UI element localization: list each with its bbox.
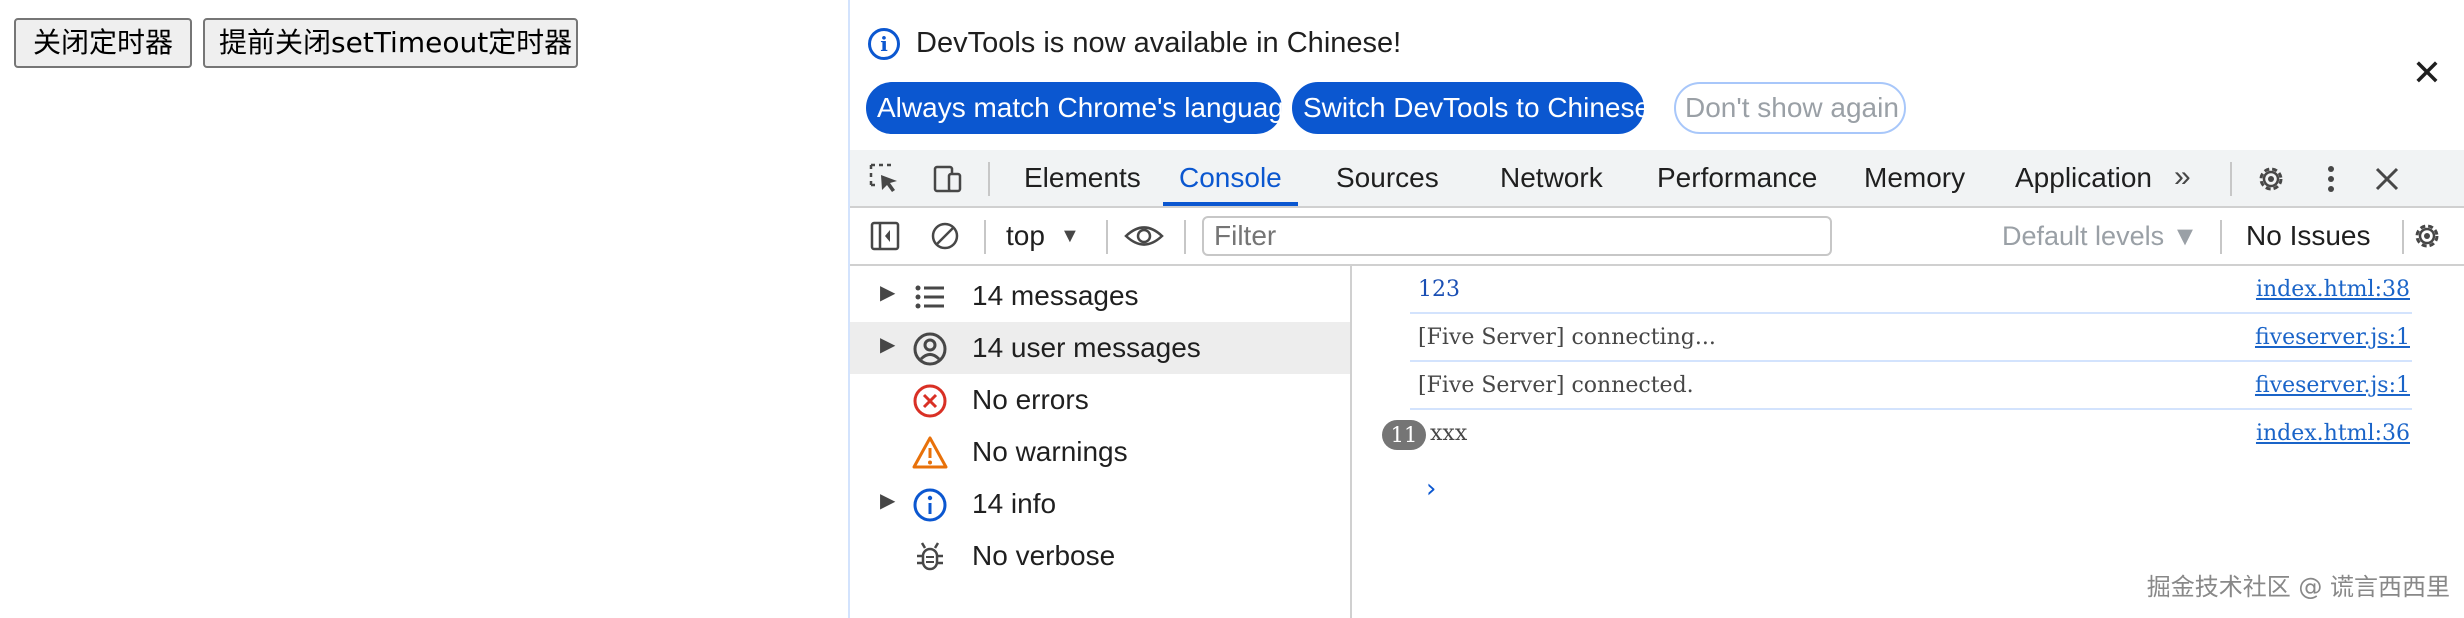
console-message: [Five Server] connecting... fiveserver.j… xyxy=(1410,316,2412,362)
close-settimeout-timer-button[interactable]: 提前关闭setTimeout定时器 xyxy=(203,18,578,68)
watermark: 掘金技术社区 @ 谎言西西里 xyxy=(2146,573,2450,601)
tab-application[interactable]: Application xyxy=(1999,150,2168,206)
expand-caret-icon[interactable]: ▶ xyxy=(880,280,895,305)
chevron-down-icon[interactable]: ▼ xyxy=(1060,208,1080,264)
toolbar-divider xyxy=(2402,220,2404,254)
log-levels-label: Default levels xyxy=(2002,221,2165,251)
warning-icon xyxy=(912,436,948,469)
bug-icon xyxy=(917,542,943,571)
sidebar-item-warnings[interactable]: No warnings xyxy=(850,426,1350,478)
sidebar-item-label: No warnings xyxy=(972,436,1128,467)
console-prompt-icon[interactable]: › xyxy=(1426,474,1436,504)
console-output: 123 index.html:38 [Five Server] connecti… xyxy=(1352,266,2462,618)
always-match-language-button[interactable]: Always match Chrome's language xyxy=(866,82,1299,134)
toolbar-divider xyxy=(2230,162,2232,196)
message-text: [Five Server] connecting... xyxy=(1418,325,1716,350)
message-text: 123 xyxy=(1418,277,1460,302)
sidebar-toggle-icon[interactable] xyxy=(868,219,902,253)
console-message: xxx index.html:36 xyxy=(1410,412,2412,458)
console-message: 123 index.html:38 xyxy=(1410,268,2412,314)
dont-show-again-button[interactable]: Don't show again xyxy=(1674,82,1906,134)
devtools-panel: i DevTools is now available in Chinese! … xyxy=(848,0,2464,618)
sidebar-item-label: 14 user messages xyxy=(972,332,1201,363)
more-options-icon[interactable] xyxy=(2314,162,2348,196)
issues-counter[interactable]: No Issues xyxy=(2246,208,2371,264)
sidebar-item-label: 14 messages xyxy=(972,280,1139,311)
message-text: [Five Server] connected. xyxy=(1418,373,1694,398)
sidebar-item-label: 14 info xyxy=(972,488,1057,519)
toolbar-divider xyxy=(1184,220,1186,254)
tab-network[interactable]: Network xyxy=(1484,150,1619,206)
close-timer-button[interactable]: 关闭定时器 xyxy=(14,18,192,68)
console-settings-icon[interactable] xyxy=(2410,219,2444,253)
list-icon xyxy=(915,285,944,309)
message-source-link[interactable]: index.html:38 xyxy=(2256,268,2410,312)
sidebar-item-label: No errors xyxy=(972,384,1089,415)
message-text: xxx xyxy=(1430,421,1468,446)
switch-to-chinese-button[interactable]: Switch DevTools to Chinese xyxy=(1292,82,1650,134)
settings-icon[interactable] xyxy=(2254,162,2288,196)
filter-input[interactable] xyxy=(1202,216,1832,256)
console-message: [Five Server] connected. fiveserver.js:1 xyxy=(1410,364,2412,410)
toolbar-divider xyxy=(984,220,986,254)
tab-memory[interactable]: Memory xyxy=(1848,150,1981,206)
tab-elements[interactable]: Elements xyxy=(1008,150,1157,206)
page-viewport: 关闭定时器 提前关闭setTimeout定时器 xyxy=(0,0,848,618)
expand-caret-icon[interactable]: ▶ xyxy=(880,332,895,357)
info-icon: i xyxy=(868,28,900,60)
sidebar-item-verbose[interactable]: No verbose xyxy=(850,530,1350,582)
sidebar-item-errors[interactable]: No errors xyxy=(850,374,1350,426)
console-sidebar: ▶ 14 messages ▶ 14 user messages No erro… xyxy=(850,266,1352,618)
toolbar-divider xyxy=(988,162,990,196)
inspect-element-icon[interactable] xyxy=(868,162,902,196)
clear-console-icon[interactable] xyxy=(928,219,962,253)
sidebar-item-label: No verbose xyxy=(972,540,1116,571)
message-source-link[interactable]: fiveserver.js:1 xyxy=(2255,316,2410,360)
error-icon xyxy=(913,384,947,418)
live-expression-eye-icon[interactable] xyxy=(1124,219,1164,253)
close-devtools-icon[interactable] xyxy=(2370,162,2404,196)
tab-sources[interactable]: Sources xyxy=(1320,150,1455,206)
expand-caret-icon[interactable]: ▶ xyxy=(880,488,895,513)
info-icon xyxy=(913,488,947,522)
language-infobar: i DevTools is now available in Chinese! … xyxy=(850,0,2464,150)
tab-console[interactable]: Console xyxy=(1163,150,1298,206)
toolbar-divider xyxy=(2220,220,2222,254)
message-source-link[interactable]: fiveserver.js:1 xyxy=(2255,364,2410,408)
sidebar-item-messages[interactable]: ▶ 14 messages xyxy=(850,270,1350,322)
panel-tab-bar: Elements Console Sources Network Perform… xyxy=(850,150,2464,208)
message-source-link[interactable]: index.html:36 xyxy=(2256,412,2410,456)
user-icon xyxy=(913,332,947,366)
console-toolbar: top ▼ Default levels ▼ No Issues xyxy=(850,208,2464,266)
device-toolbar-icon[interactable] xyxy=(930,162,964,196)
close-infobar-icon[interactable]: ✕ xyxy=(2412,55,2442,91)
context-selector[interactable]: top xyxy=(1006,208,1045,264)
tab-performance[interactable]: Performance xyxy=(1641,150,1833,206)
toolbar-divider xyxy=(1106,220,1108,254)
more-tabs-icon[interactable]: » xyxy=(2174,160,2191,194)
sidebar-item-info[interactable]: ▶ 14 info xyxy=(850,478,1350,530)
infobar-message: DevTools is now available in Chinese! xyxy=(916,27,1402,59)
sidebar-item-user-messages[interactable]: ▶ 14 user messages xyxy=(850,322,1350,374)
log-levels-dropdown[interactable]: Default levels ▼ xyxy=(2002,208,2198,264)
